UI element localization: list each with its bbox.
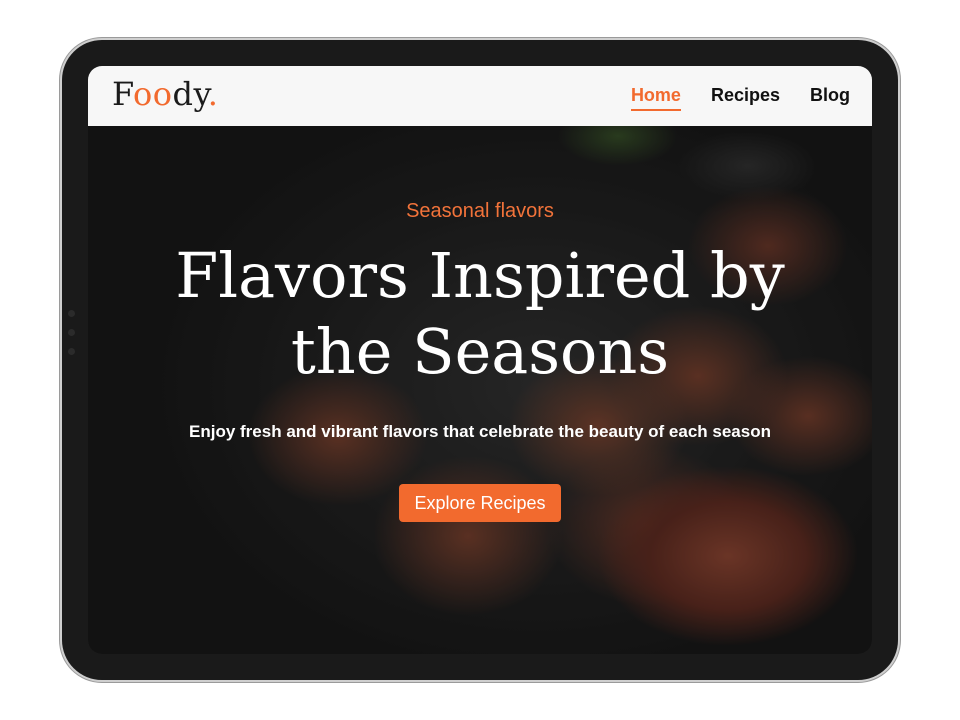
logo-suffix: dy: [172, 75, 208, 113]
hero-section: Seasonal flavors Flavors Inspired by the…: [88, 126, 872, 654]
logo-prefix: F: [112, 75, 133, 113]
hero-content: Seasonal flavors Flavors Inspired by the…: [88, 126, 872, 654]
hero-headline: Flavors Inspired by the Seasons: [175, 239, 785, 388]
tablet-sensors: [68, 310, 75, 367]
hero-eyebrow: Seasonal flavors: [406, 200, 554, 222]
nav-blog[interactable]: Blog: [810, 85, 850, 106]
explore-recipes-button[interactable]: Explore Recipes: [399, 484, 561, 522]
hero-subtitle: Enjoy fresh and vibrant flavors that cel…: [189, 422, 771, 441]
logo-dot: .: [207, 75, 219, 113]
nav-links: Home Recipes Blog: [630, 85, 850, 111]
nav-recipes[interactable]: Recipes: [711, 85, 780, 106]
navbar: Foody. Home Recipes Blog: [88, 66, 872, 126]
foody-logo[interactable]: Foody.: [112, 75, 218, 113]
website-screen: Foody. Home Recipes Blog Seasonal flavor…: [88, 66, 872, 654]
nav-home[interactable]: Home: [630, 85, 681, 111]
logo-oo: oo: [132, 75, 173, 113]
